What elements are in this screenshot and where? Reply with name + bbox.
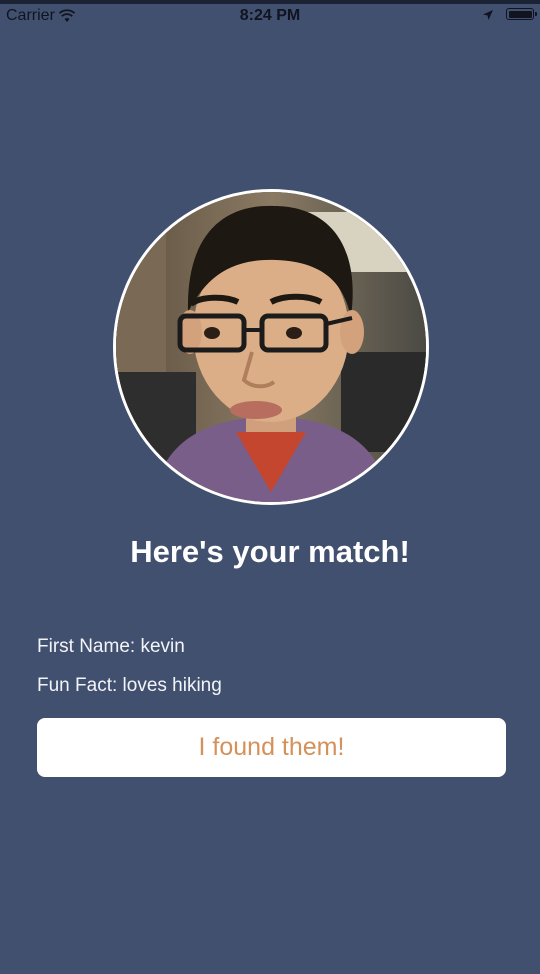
found-them-button[interactable]: I found them!	[37, 718, 506, 777]
status-bar: Carrier 8:24 PM	[0, 0, 540, 32]
location-icon	[482, 8, 494, 20]
status-right-icons	[482, 8, 537, 20]
match-title: Here's your match!	[130, 534, 410, 569]
status-bar-strip	[0, 0, 540, 4]
profile-photo-illustration	[116, 192, 426, 502]
fun-fact-text: Fun Fact: loves hiking	[37, 675, 222, 696]
profile-photo	[113, 189, 429, 505]
first-name-text: First Name: kevin	[37, 636, 185, 657]
battery-icon	[506, 8, 537, 20]
status-time: 8:24 PM	[239, 7, 301, 24]
